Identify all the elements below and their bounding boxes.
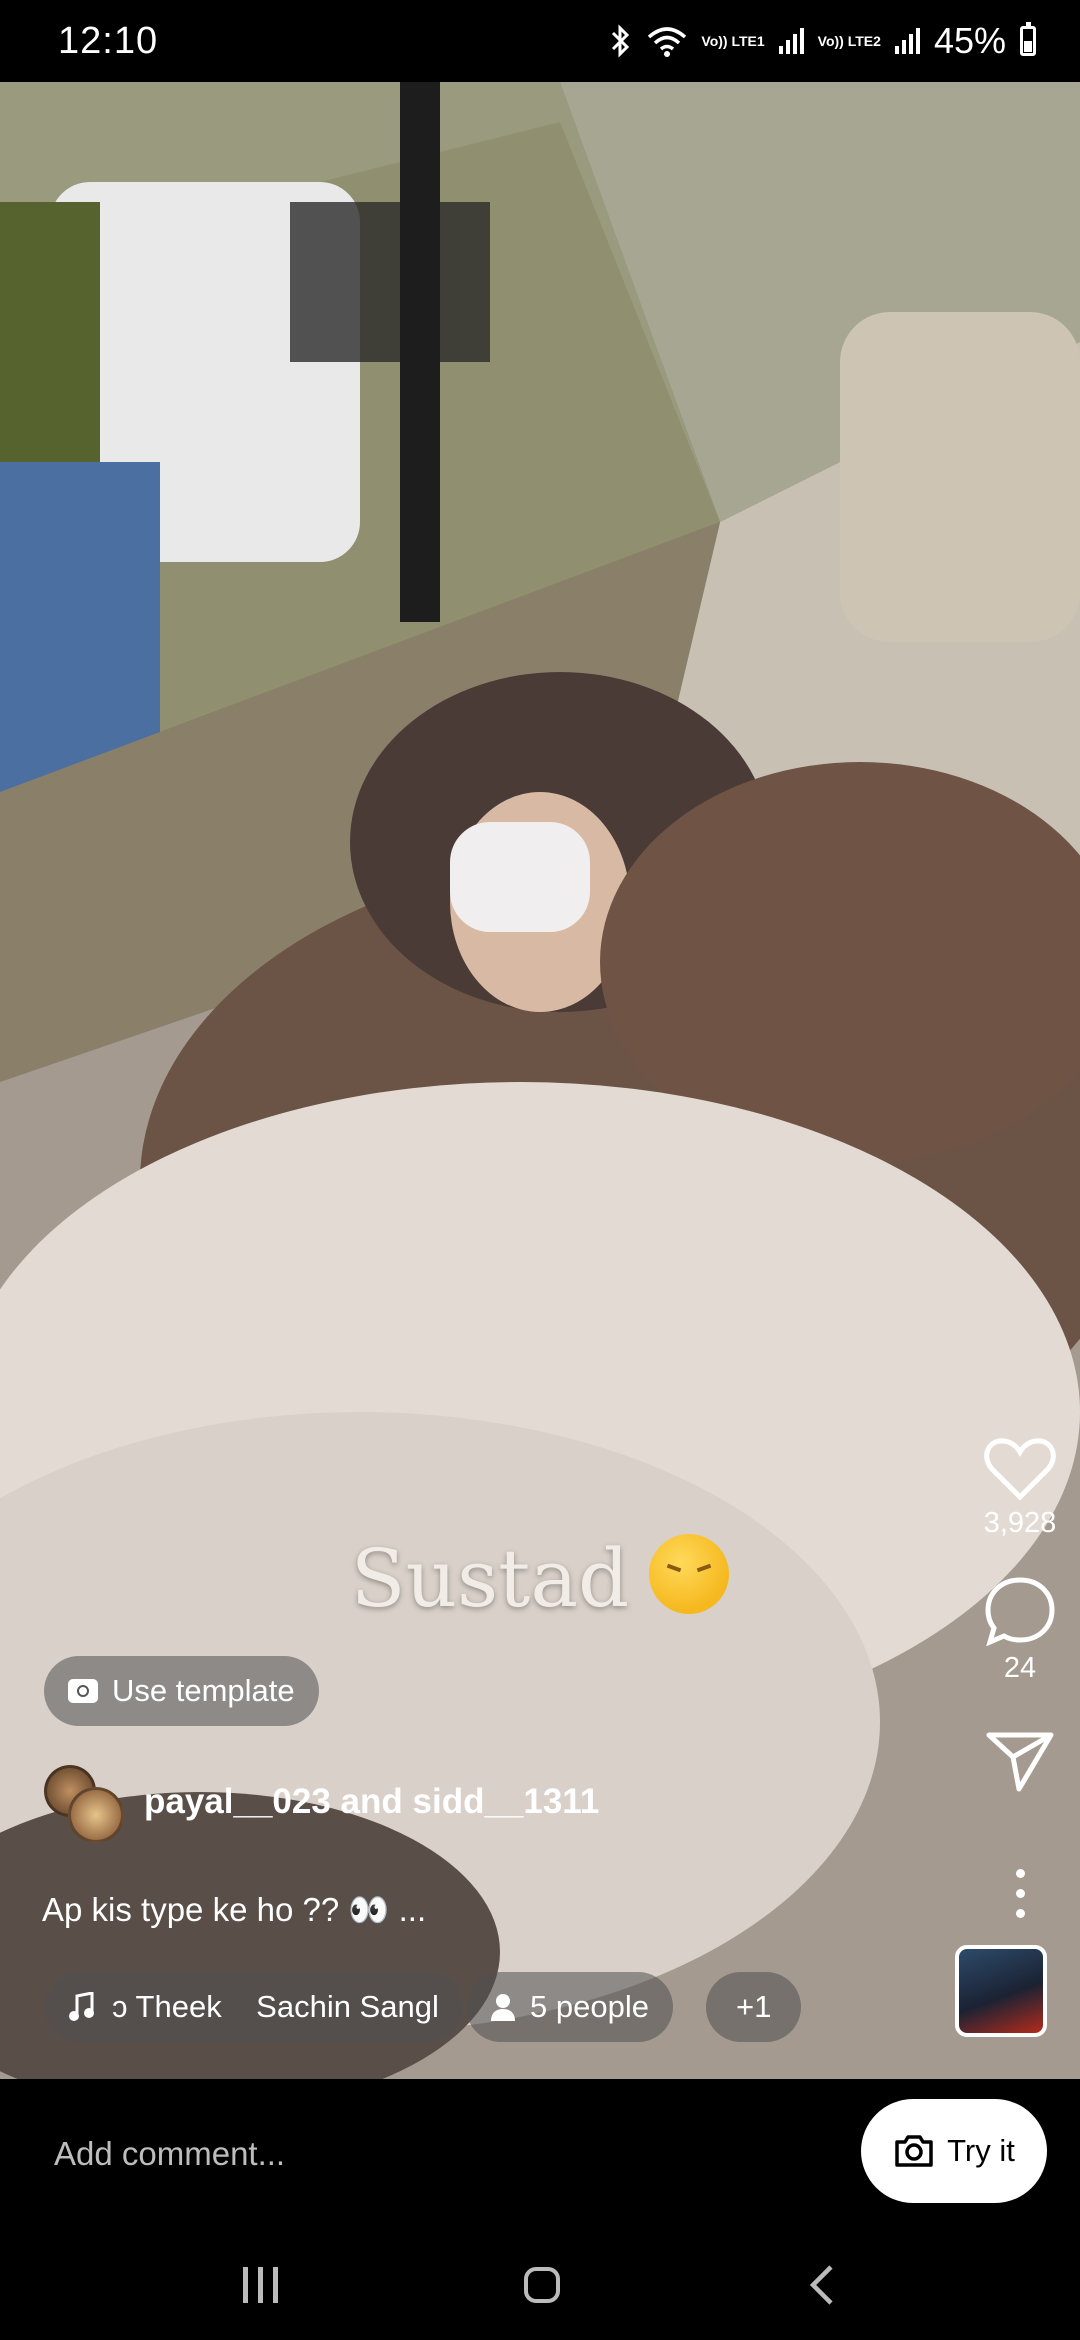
person-icon [491, 1994, 515, 2021]
people-label: 5 people [530, 1989, 649, 2024]
comment-bar: Add comment... Try it [0, 2079, 1080, 2229]
use-template-label: Use template [112, 1673, 295, 1708]
try-it-label: Try it [947, 2133, 1015, 2168]
battery-percent: 45% [933, 20, 1006, 61]
reel-video[interactable]: Sustad 3,928 24 Use template payal__023 … [0, 82, 1080, 2079]
music-chip[interactable]: ɔ Theek Sachin Sangl [44, 1972, 463, 2042]
share-icon[interactable] [985, 1729, 1055, 1793]
try-it-button[interactable]: Try it [861, 2099, 1047, 2203]
face-exhaling-emoji-icon [649, 1534, 730, 1614]
system-nav-bar [0, 2229, 1080, 2340]
status-bar: 12:10 Vo)) LTE1 Vo)) LTE2 45% [0, 0, 1080, 82]
audio-thumbnail[interactable] [955, 1945, 1047, 2037]
like-count: 3,928 [983, 1507, 1057, 1539]
back-icon[interactable] [807, 2263, 837, 2307]
music-label: ɔ Theek Sachin Sangl [112, 1989, 439, 2024]
wifi-icon [648, 27, 687, 57]
avatar [68, 1787, 124, 1843]
video-caption: Sustad [0, 1532, 1080, 1625]
action-rail: 3,928 24 [960, 1437, 1080, 1918]
clock: 12:10 [58, 19, 159, 62]
use-template-button[interactable]: Use template [44, 1656, 319, 1726]
music-icon [69, 1992, 94, 2021]
more-chip[interactable]: +1 [706, 1972, 802, 2042]
comment-input[interactable]: Add comment... [54, 2135, 285, 2173]
camera-icon [68, 1679, 98, 1703]
avatar-stack[interactable] [44, 1765, 124, 1843]
comment-count: 24 [1003, 1652, 1037, 1684]
signal-bars-1 [778, 28, 804, 54]
battery-icon [1020, 22, 1036, 56]
recent-apps-icon[interactable] [243, 2266, 279, 2303]
status-icons: Vo)) LTE1 Vo)) LTE2 45% [609, 20, 1036, 62]
authors-label[interactable]: payal__023 and sidd__1311 [144, 1782, 599, 1822]
bluetooth-icon [612, 24, 630, 58]
comment-icon[interactable] [984, 1576, 1056, 1646]
more-icon[interactable] [1015, 1869, 1025, 1918]
signal-bars-2 [894, 28, 920, 54]
caption-text: Sustad [350, 1532, 630, 1625]
camera-icon [895, 2135, 933, 2167]
reel-description[interactable]: Ap kis type ke ho ?? 👀 ... [42, 1891, 426, 1930]
tagged-people-chip[interactable]: 5 people [466, 1972, 673, 2042]
sim1-label: Vo)) LTE1 [701, 32, 765, 49]
heart-icon[interactable] [984, 1437, 1056, 1501]
authors-row[interactable]: payal__023 and sidd__1311 [44, 1765, 599, 1843]
sim2-label: Vo)) LTE2 [817, 32, 881, 49]
home-icon[interactable] [524, 2266, 561, 2303]
